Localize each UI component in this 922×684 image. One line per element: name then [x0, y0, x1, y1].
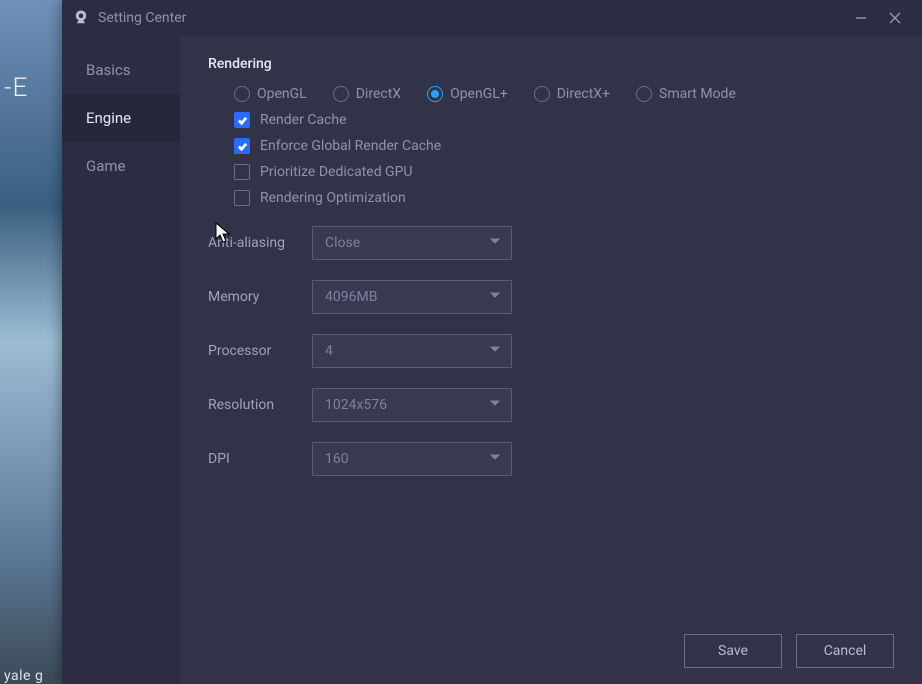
select-value: 1024x576: [325, 397, 387, 413]
label-dpi: DPI: [208, 451, 312, 467]
chevron-down-icon: [489, 451, 501, 467]
label-resolution: Resolution: [208, 397, 312, 413]
row-dpi: DPI 160: [208, 442, 894, 476]
radio-dot-icon: [234, 86, 250, 102]
cancel-button[interactable]: Cancel: [796, 634, 894, 668]
radio-dot-icon: [427, 86, 443, 102]
label-processor: Processor: [208, 343, 312, 359]
checkbox-label: Prioritize Dedicated GPU: [260, 164, 413, 180]
rendering-mode-radios: OpenGL DirectX OpenGL+ DirectX+ Smart Mo…: [234, 86, 894, 102]
titlebar: Setting Center: [62, 0, 922, 36]
radio-opengl[interactable]: OpenGL: [234, 86, 307, 102]
dialog-footer: Save Cancel: [208, 624, 894, 668]
radio-dot-icon: [534, 86, 550, 102]
radio-directx-plus[interactable]: DirectX+: [534, 86, 610, 102]
row-resolution: Resolution 1024x576: [208, 388, 894, 422]
background-bottom-text: yale g: [4, 668, 43, 684]
chevron-down-icon: [489, 397, 501, 413]
label-memory: Memory: [208, 289, 312, 305]
window-title: Setting Center: [98, 10, 186, 26]
section-title-rendering: Rendering: [208, 56, 894, 72]
select-anti-aliasing[interactable]: Close: [312, 226, 512, 260]
checkbox-enforce-global-render-cache[interactable]: Enforce Global Render Cache: [234, 138, 894, 154]
checkbox-label: Rendering Optimization: [260, 190, 406, 206]
row-memory: Memory 4096MB: [208, 280, 894, 314]
chevron-down-icon: [489, 289, 501, 305]
sidebar-item-game[interactable]: Game: [62, 142, 180, 190]
checkbox-prioritize-dedicated-gpu[interactable]: Prioritize Dedicated GPU: [234, 164, 894, 180]
radio-label: OpenGL: [257, 86, 307, 102]
sidebar-item-engine[interactable]: Engine: [62, 94, 180, 142]
checkbox-rendering-optimization[interactable]: Rendering Optimization: [234, 190, 894, 206]
checkbox-icon: [234, 164, 250, 180]
save-button[interactable]: Save: [684, 634, 782, 668]
checkbox-icon: [234, 112, 250, 128]
radio-label: DirectX+: [557, 86, 610, 102]
label-anti-aliasing: Anti-aliasing: [208, 235, 312, 251]
sidebar-item-basics[interactable]: Basics: [62, 46, 180, 94]
dialog-body: Basics Engine Game Rendering OpenGL Dire…: [62, 36, 922, 684]
checkbox-render-cache[interactable]: Render Cache: [234, 112, 894, 128]
settings-dialog: Setting Center Basics Engine Game Render…: [62, 0, 922, 684]
background-side-text: -E: [4, 73, 28, 103]
select-value: 4096MB: [325, 289, 377, 305]
radio-dot-icon: [333, 86, 349, 102]
chevron-down-icon: [489, 235, 501, 251]
row-processor: Processor 4: [208, 334, 894, 368]
radio-label: OpenGL+: [450, 86, 508, 102]
rendering-checkboxes: Render Cache Enforce Global Render Cache…: [234, 112, 894, 206]
select-value: Close: [325, 235, 360, 251]
content-pane: Rendering OpenGL DirectX OpenGL+ DirectX…: [180, 36, 922, 684]
row-anti-aliasing: Anti-aliasing Close: [208, 226, 894, 260]
select-dpi[interactable]: 160: [312, 442, 512, 476]
radio-opengl-plus[interactable]: OpenGL+: [427, 86, 508, 102]
minimize-button[interactable]: [844, 4, 878, 32]
close-button[interactable]: [878, 4, 912, 32]
settings-form: Anti-aliasing Close Memory 4096MB Proces…: [208, 226, 894, 476]
radio-label: Smart Mode: [659, 86, 736, 102]
radio-dot-icon: [636, 86, 652, 102]
radio-label: DirectX: [356, 86, 401, 102]
chevron-down-icon: [489, 343, 501, 359]
select-value: 4: [325, 343, 333, 359]
radio-directx[interactable]: DirectX: [333, 86, 401, 102]
checkbox-icon: [234, 138, 250, 154]
select-resolution[interactable]: 1024x576: [312, 388, 512, 422]
select-processor[interactable]: 4: [312, 334, 512, 368]
app-icon: [72, 9, 90, 27]
checkbox-label: Enforce Global Render Cache: [260, 138, 441, 154]
select-memory[interactable]: 4096MB: [312, 280, 512, 314]
select-value: 160: [325, 451, 349, 467]
sidebar: Basics Engine Game: [62, 36, 180, 684]
checkbox-icon: [234, 190, 250, 206]
radio-smart-mode[interactable]: Smart Mode: [636, 86, 736, 102]
checkbox-label: Render Cache: [260, 112, 347, 128]
